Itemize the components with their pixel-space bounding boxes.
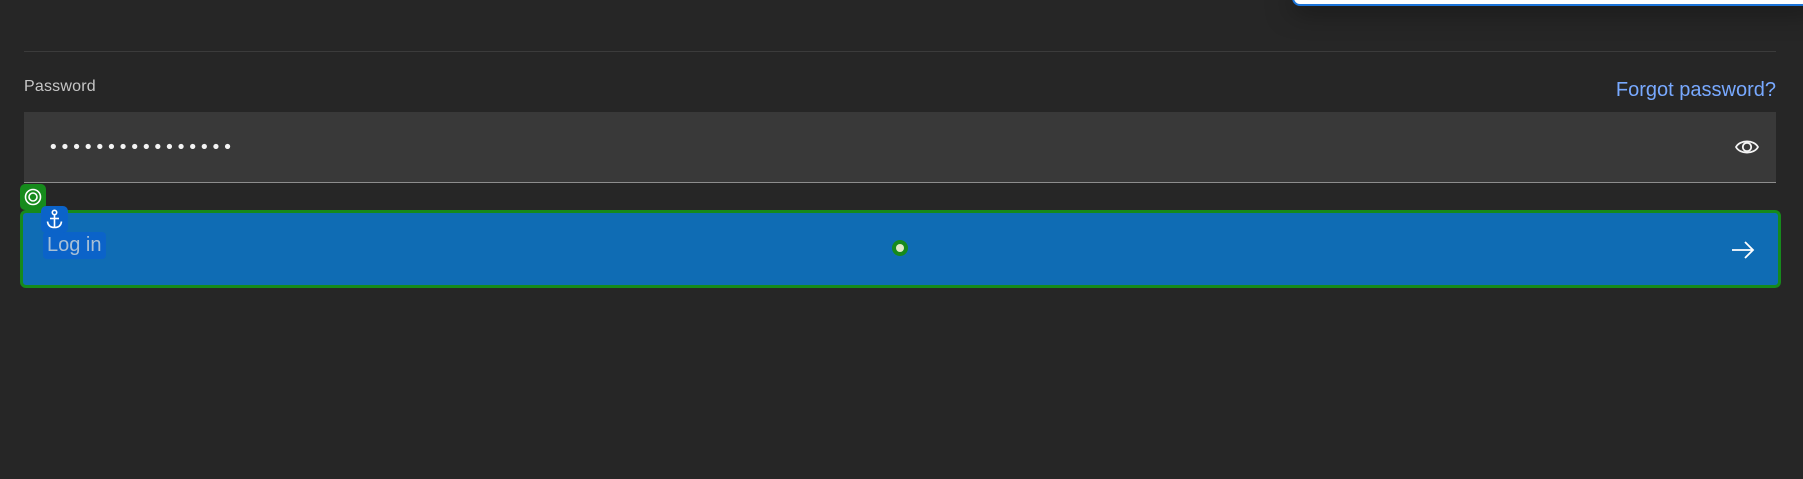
anchor-icon — [41, 206, 68, 233]
arrow-right-icon — [1732, 241, 1755, 259]
login-page: Password Forgot password? Log in — [0, 0, 1803, 479]
login-button-label: Log in — [43, 232, 106, 259]
popover-edge — [1292, 0, 1803, 6]
show-password-toggle[interactable] — [1734, 135, 1760, 159]
password-field — [24, 112, 1776, 183]
password-label-row: Password Forgot password? — [24, 74, 1776, 108]
forgot-password-link[interactable]: Forgot password? — [1616, 79, 1776, 102]
section-divider — [24, 51, 1776, 52]
password-input[interactable] — [24, 112, 1714, 182]
center-point-marker — [892, 240, 908, 256]
eye-icon — [1734, 140, 1760, 154]
password-label: Password — [24, 78, 96, 95]
